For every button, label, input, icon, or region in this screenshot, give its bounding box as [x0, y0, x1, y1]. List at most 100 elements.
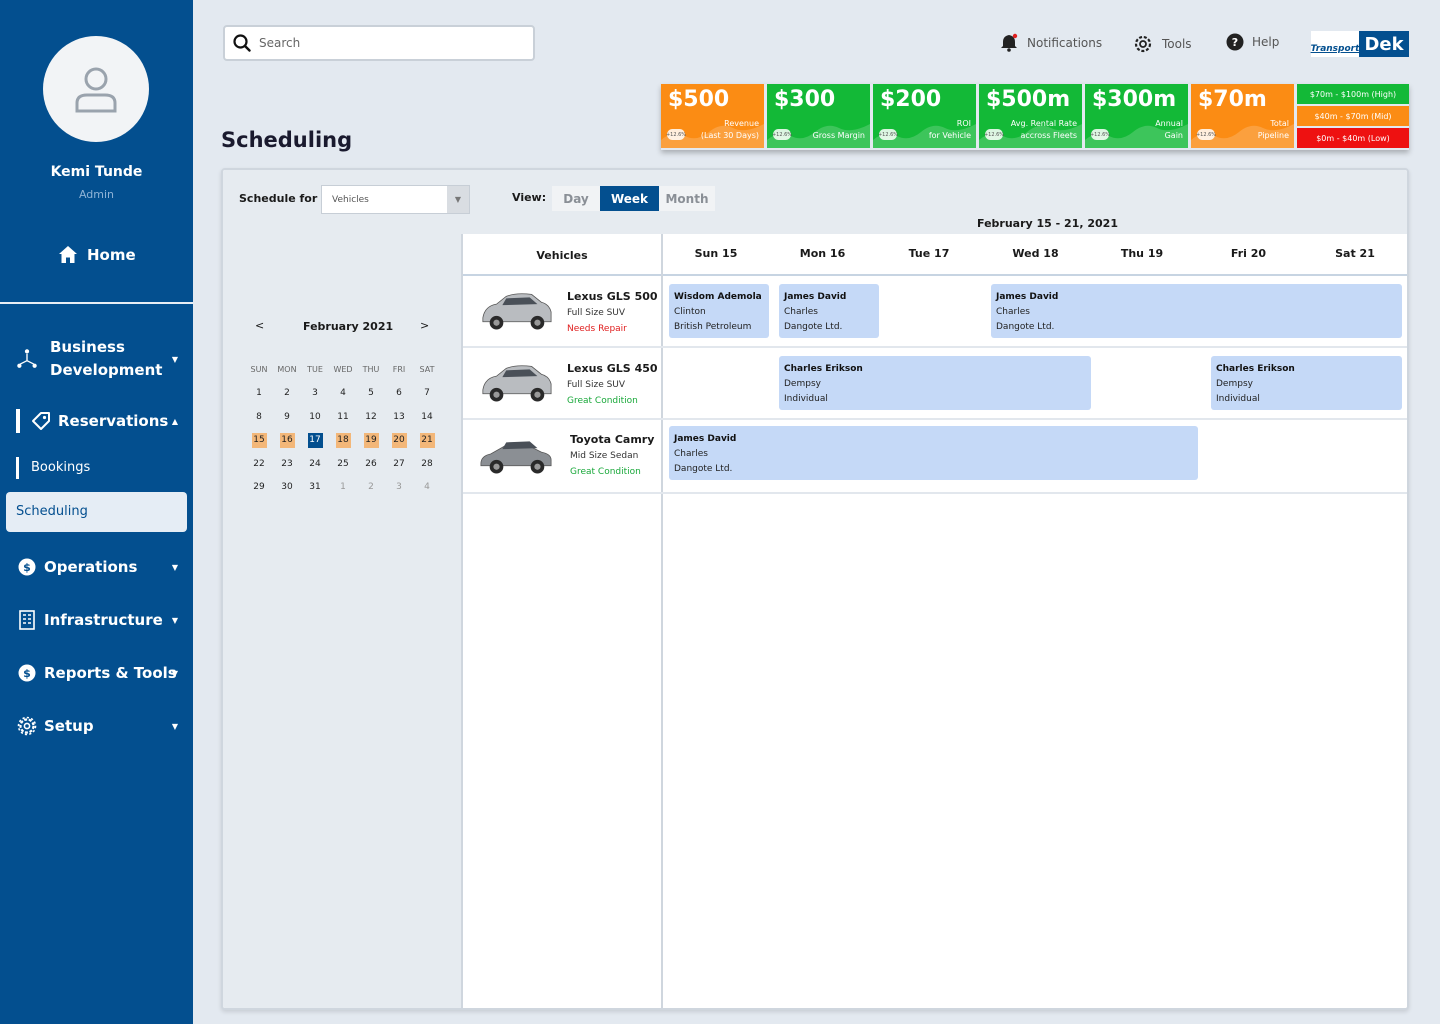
kpi-card[interactable]: $70m Total Pipeline +12.6%	[1191, 84, 1294, 148]
calendar-day[interactable]: 16	[273, 429, 301, 453]
calendar-day[interactable]: 17	[301, 429, 329, 453]
search-input[interactable]	[259, 36, 519, 50]
brand-logo[interactable]: Transport Dek	[1311, 31, 1409, 57]
dropdown-arrow-icon[interactable]: ▼	[447, 186, 469, 213]
booking-event[interactable]: Charles Erikson Dempsy Individual	[779, 356, 1091, 410]
notifications-label: Notifications	[1027, 36, 1103, 50]
search-box[interactable]	[223, 25, 535, 61]
calendar-day[interactable]: 2	[357, 476, 385, 500]
booking-contact: Charles	[996, 307, 1030, 317]
calendar-day[interactable]: 25	[329, 452, 357, 476]
nav-bookings[interactable]: Bookings	[31, 460, 90, 475]
nav-operations[interactable]: $ Operations ▼	[16, 556, 182, 578]
vehicle-info[interactable]: Lexus GLS 450 Full Size SUV Great Conditio…	[463, 348, 661, 420]
calendar-day[interactable]: 13	[385, 405, 413, 429]
day-column-header: Sun 15	[694, 247, 738, 260]
nav-reports-label: Reports & Tools	[44, 664, 177, 682]
calendar-day[interactable]: 22	[245, 452, 273, 476]
mini-calendar-grid: SUN MON TUE WED THU FRI SAT 1 2 3 4 5 6 7 8 9 10 11 12 13 14…	[245, 358, 441, 499]
tools-button[interactable]: Tools	[1132, 33, 1192, 55]
calendar-day[interactable]: 3	[385, 476, 413, 500]
avatar[interactable]	[43, 36, 149, 142]
booking-event[interactable]: Charles Erikson Dempsy Individual	[1211, 356, 1402, 410]
nav-setup[interactable]: Setup ▼	[16, 715, 182, 737]
calendar-day[interactable]: 3	[301, 382, 329, 406]
help-button[interactable]: ? Help	[1226, 33, 1279, 51]
calendar-day[interactable]: 24	[301, 452, 329, 476]
calendar-day[interactable]: 19	[357, 429, 385, 453]
booking-event[interactable]: Wisdom Ademola Clinton British Petroleum	[669, 284, 769, 338]
calendar-day[interactable]: 4	[329, 382, 357, 406]
calendar-day[interactable]: 15	[245, 429, 273, 453]
calendar-day[interactable]: 18	[329, 429, 357, 453]
notifications-button[interactable]: Notifications	[999, 33, 1102, 53]
vehicle-row: Lexus GLS 450 Full Size SUV Great Conditio…	[463, 348, 1407, 420]
vehicle-info[interactable]: Toyota Camry Mid Size Sedan Great Conditio…	[463, 420, 661, 492]
calendar-day[interactable]: 10	[301, 405, 329, 429]
calendar-day[interactable]: 5	[357, 382, 385, 406]
nav-infrastructure[interactable]: Infrastructure ▼	[16, 609, 182, 631]
calendar-day[interactable]: 26	[357, 452, 385, 476]
day-column-header: Wed 18	[1012, 247, 1059, 260]
nav-business-label-1: Business	[50, 338, 125, 356]
calendar-day-number: 14	[421, 411, 433, 422]
view-toggle: Day Week Month	[552, 186, 715, 211]
calendar-day[interactable]: 27	[385, 452, 413, 476]
nav-reservations[interactable]: Reservations ▲	[30, 410, 182, 432]
calendar-day[interactable]: 11	[329, 405, 357, 429]
booking-event[interactable]: James David Charles Dangote Ltd.	[669, 426, 1198, 480]
kpi-change-badge: +12.6%	[1196, 129, 1216, 140]
day-column-header: Tue 17	[908, 247, 950, 260]
calendar-day[interactable]: 2	[273, 382, 301, 406]
kpi-card[interactable]: $300m Annual Gain +12.6%	[1085, 84, 1188, 148]
kpi-card[interactable]: $500m Avg. Rental Rate accross Fleets +12.6…	[979, 84, 1082, 148]
view-day-button[interactable]: Day	[552, 186, 600, 211]
calendar-day-number: 9	[284, 411, 290, 422]
booking-company: British Petroleum	[674, 322, 752, 332]
calendar-day[interactable]: 7	[413, 382, 441, 406]
calendar-day-number: 11	[337, 411, 349, 422]
kpi-label: Avg. Rental Rate accross Fleets	[1011, 118, 1077, 142]
kpi-card[interactable]: $200 ROI for Vehicle +12.6%	[873, 84, 976, 148]
vehicle-info[interactable]: Lexus GLS 500 Full Size SUV Needs Repair	[463, 276, 661, 348]
calendar-day[interactable]: 30	[273, 476, 301, 500]
home-icon	[59, 246, 77, 263]
nav-scheduling[interactable]: Scheduling	[6, 492, 187, 532]
calendar-day[interactable]: 31	[301, 476, 329, 500]
calendar-day[interactable]: 1	[329, 476, 357, 500]
schedule-for-select[interactable]: Vehicles ▼	[321, 185, 470, 214]
calendar-day[interactable]: 12	[357, 405, 385, 429]
weekday-label: SUN	[250, 365, 268, 375]
calendar-day[interactable]: 21	[413, 429, 441, 453]
nav-reports-tools[interactable]: $ Reports & Tools ▼	[16, 662, 182, 684]
booking-event[interactable]: James David Charles Dangote Ltd.	[991, 284, 1402, 338]
kpi-card[interactable]: $500 Revenue (Last 30 Days) +12.6%	[661, 84, 764, 148]
calendar-day-number: 3	[312, 388, 318, 399]
calendar-day[interactable]: 9	[273, 405, 301, 429]
view-month-button[interactable]: Month	[659, 186, 715, 211]
vehicle-photo	[477, 360, 555, 406]
kpi-label: Revenue (Last 30 Days)	[701, 118, 759, 142]
calendar-day[interactable]: 6	[385, 382, 413, 406]
calendar-day[interactable]: 20	[385, 429, 413, 453]
calendar-day[interactable]: 8	[245, 405, 273, 429]
next-month-button[interactable]: >	[420, 319, 429, 332]
view-week-button[interactable]: Week	[600, 186, 659, 211]
prev-month-button[interactable]: <	[255, 319, 264, 332]
kpi-label-line1: Annual	[1155, 119, 1183, 128]
calendar-day[interactable]: 14	[413, 405, 441, 429]
calendar-day[interactable]: 23	[273, 452, 301, 476]
booking-event[interactable]: James David Charles Dangote Ltd.	[779, 284, 879, 338]
calendar-day[interactable]: 1	[245, 382, 273, 406]
caret-down-icon: ▼	[171, 668, 178, 678]
calendar-day-number: 30	[281, 482, 293, 493]
user-name: Kemi Tunde	[50, 164, 143, 180]
calendar-day[interactable]: 29	[245, 476, 273, 500]
kpi-card[interactable]: $300 Gross Margin +12.6%	[767, 84, 870, 148]
calendar-day[interactable]: 28	[413, 452, 441, 476]
calendar-day[interactable]: 4	[413, 476, 441, 500]
nav-home[interactable]: Home	[58, 245, 136, 264]
nav-business-development[interactable]: Business Development ▼	[16, 336, 182, 382]
calendar-day-number: 4	[424, 482, 430, 493]
calendar-day-number: 19	[363, 432, 379, 448]
